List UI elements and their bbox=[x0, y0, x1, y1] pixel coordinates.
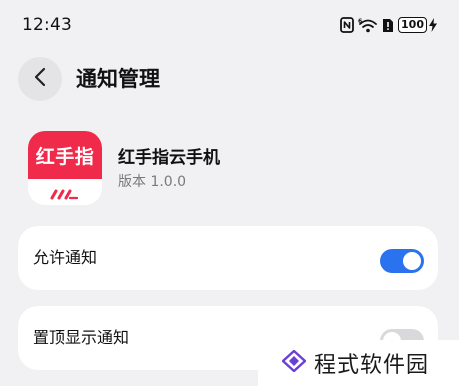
page-title: 通知管理 bbox=[76, 67, 160, 91]
setting-allow-notifications[interactable]: 允许通知 bbox=[18, 226, 438, 290]
app-version: 版本 1.0.0 bbox=[118, 174, 187, 190]
status-icons: 6 100 bbox=[340, 15, 437, 35]
nfc-icon bbox=[340, 17, 354, 33]
wifi-6-icon: 6 bbox=[358, 17, 378, 33]
app-icon-mark bbox=[50, 185, 80, 204]
watermark-text: 程式软件园 bbox=[314, 353, 430, 378]
app-icon-logo: 红手指 bbox=[28, 131, 102, 179]
battery-icon: 100 bbox=[398, 17, 437, 33]
app-icon: 红手指 bbox=[28, 131, 102, 205]
svg-text:6: 6 bbox=[358, 18, 362, 25]
diamond-logo-icon bbox=[281, 349, 307, 376]
header: 通知管理 bbox=[0, 55, 459, 103]
app-icon-text: 红手指 bbox=[35, 145, 95, 168]
charging-bolt-icon bbox=[429, 18, 437, 32]
app-info: 红手指 红手指云手机 版本 1.0.0 bbox=[28, 131, 428, 205]
sim-alert-icon bbox=[382, 17, 394, 33]
allow-notifications-toggle[interactable] bbox=[380, 249, 424, 273]
status-bar: 12:43 6 100 bbox=[0, 0, 459, 48]
back-button[interactable] bbox=[18, 57, 62, 101]
status-time: 12:43 bbox=[22, 15, 72, 35]
app-name: 红手指云手机 bbox=[118, 148, 220, 168]
toggle-knob bbox=[403, 252, 421, 270]
battery-level: 100 bbox=[398, 17, 427, 33]
setting-label: 允许通知 bbox=[33, 248, 98, 267]
watermark: 程式软件园 bbox=[258, 340, 459, 386]
setting-label: 置顶显示通知 bbox=[33, 328, 130, 347]
chevron-left-icon bbox=[34, 67, 46, 91]
